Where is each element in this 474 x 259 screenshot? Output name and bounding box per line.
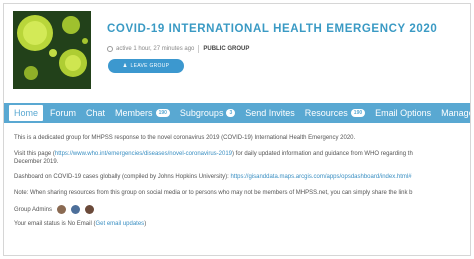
note-text: Note: When sharing resources from this g… — [14, 190, 413, 196]
active-status: active 1 hour, 27 minutes ago — [116, 46, 195, 52]
intro-text: This is a dedicated group for MHPSS resp… — [14, 135, 356, 141]
leave-group-label: LEAVE GROUP — [130, 63, 170, 69]
tab-forum[interactable]: Forum — [45, 103, 81, 123]
tab-email-options[interactable]: Email Options — [370, 103, 436, 123]
who-link[interactable]: https://www.who.int/emergencies/diseases… — [55, 151, 232, 157]
tab-chat[interactable]: Chat — [81, 103, 110, 123]
tab-manage[interactable]: Manage — [436, 103, 471, 123]
dashboard-link[interactable]: https://gisanddata.maps.arcgis.com/apps/… — [230, 174, 411, 180]
visit-text: Visit this page (https://www.who.int/eme… — [14, 150, 470, 158]
user-minus-icon: ♟ — [122, 63, 128, 69]
clock-icon — [107, 46, 113, 52]
admin-avatar[interactable] — [85, 205, 95, 214]
tab-resources[interactable]: Resources 190 — [300, 103, 370, 123]
get-email-updates-link[interactable]: Get email updates — [95, 221, 144, 227]
leave-group-button[interactable]: ♟ LEAVE GROUP — [108, 59, 184, 73]
group-description: This is a dedicated group for MHPSS resp… — [14, 134, 470, 228]
group-type: PUBLIC GROUP — [203, 46, 250, 52]
visit-suffix: ) for daily updated information and guid… — [232, 151, 413, 157]
group-admins: Group Admins — [14, 205, 470, 214]
group-nav: Home Forum Chat Members 190 Subgroups 3 … — [4, 103, 471, 123]
tab-send-invites[interactable]: Send Invites — [240, 103, 300, 123]
email-status-prefix: Your email status is No Email ( — [14, 221, 96, 227]
tab-send-invites-label: Send Invites — [245, 108, 295, 118]
tab-members-label: Members — [115, 108, 153, 118]
group-title: COVID-19 INTERNATIONAL HEALTH EMERGENCY … — [107, 23, 438, 35]
admin-avatar[interactable] — [57, 205, 67, 214]
divider — [198, 45, 200, 53]
page: COVID-19 INTERNATIONAL HEALTH EMERGENCY … — [3, 3, 471, 256]
email-status: Your email status is No Email (Get email… — [14, 220, 470, 228]
dashboard-text: Dashboard on COVID-19 cases globally (co… — [14, 173, 470, 181]
group-header: COVID-19 INTERNATIONAL HEALTH EMERGENCY … — [4, 4, 470, 100]
admins-label: Group Admins — [14, 206, 53, 213]
tab-resources-label: Resources — [304, 108, 348, 118]
tab-home[interactable]: Home — [9, 105, 44, 121]
tab-subgroups[interactable]: Subgroups 3 — [175, 103, 240, 123]
dashboard-prefix: Dashboard on COVID-19 cases globally (co… — [14, 174, 231, 180]
visit-text-line2: December 2019. — [14, 159, 59, 165]
tab-members[interactable]: Members 190 — [110, 103, 175, 123]
group-meta: active 1 hour, 27 minutes ago PUBLIC GRO… — [107, 45, 249, 53]
tab-forum-label: Forum — [50, 108, 77, 118]
tab-email-options-label: Email Options — [375, 108, 432, 118]
admin-avatar[interactable] — [71, 205, 81, 214]
tab-chat-label: Chat — [86, 108, 106, 118]
email-status-suffix: ) — [144, 221, 147, 227]
members-count-badge: 190 — [155, 109, 170, 117]
group-avatar — [13, 11, 91, 89]
tab-home-label: Home — [14, 108, 39, 118]
tab-manage-label: Manage — [441, 108, 471, 118]
subgroups-count-badge: 3 — [226, 109, 236, 117]
resources-count-badge: 190 — [350, 109, 366, 117]
visit-prefix: Visit this page ( — [14, 151, 55, 157]
tab-subgroups-label: Subgroups — [179, 108, 224, 118]
